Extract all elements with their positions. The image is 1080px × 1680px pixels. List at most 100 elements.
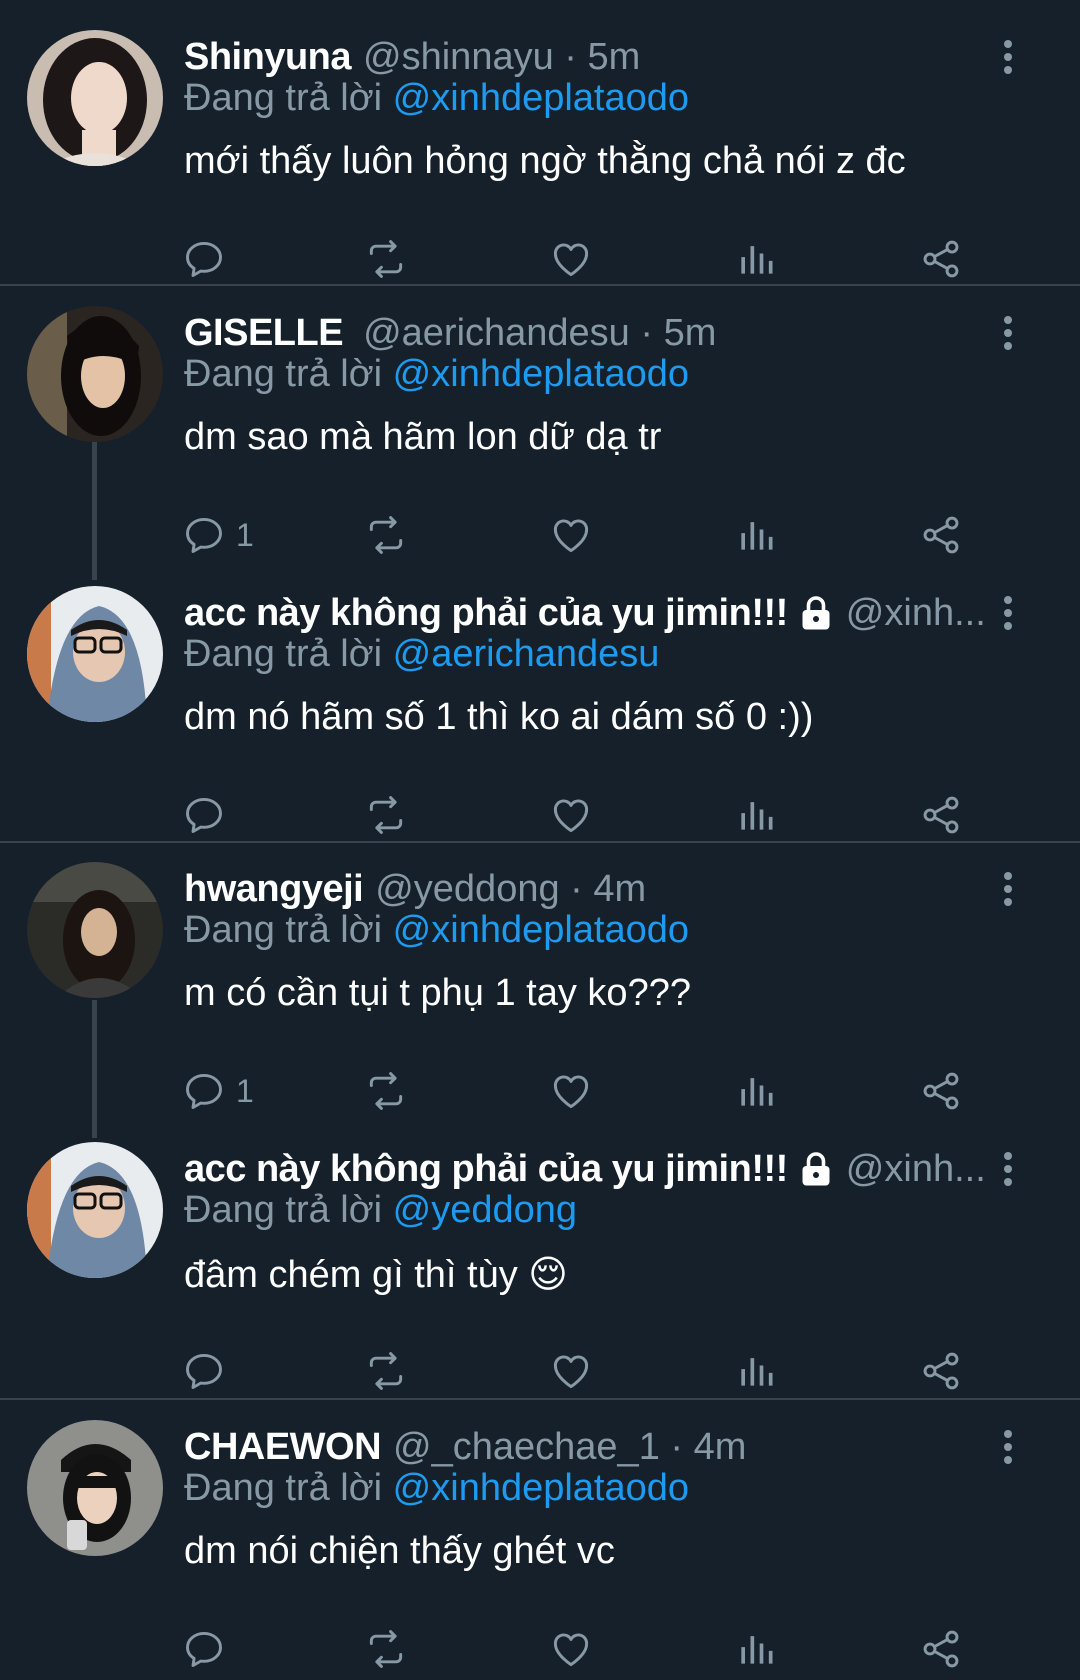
- avatar[interactable]: [27, 1420, 163, 1556]
- analytics-button[interactable]: [734, 1346, 778, 1396]
- display-name[interactable]: GISELLE: [184, 312, 344, 355]
- display-name[interactable]: Shinyuna: [184, 36, 352, 79]
- analytics-icon: [741, 1358, 773, 1386]
- tweet-text: dm nó hãm số 1 thì ko ai dám số 0 :)): [184, 696, 814, 738]
- tweet[interactable]: Shinyuna @shinnayu · 5m Đang trả lời @xi…: [0, 30, 1080, 284]
- replying-prefix: Đang trả lời: [184, 1189, 383, 1231]
- tweet-text: đâm chém gì thì tùy 😌: [184, 1254, 568, 1296]
- more-options-icon[interactable]: [998, 1142, 1018, 1202]
- avatar[interactable]: [27, 30, 163, 166]
- like-icon: [553, 1355, 589, 1389]
- replying-to: Đang trả lời @xinhdeplataodo: [184, 353, 689, 396]
- display-name[interactable]: acc này không phải của yu jimin!!!: [184, 592, 788, 635]
- like-icon: [553, 799, 589, 833]
- display-name[interactable]: acc này không phải của yu jimin!!!: [184, 1148, 788, 1191]
- analytics-button[interactable]: [734, 1066, 778, 1116]
- reply-count: 1: [236, 516, 254, 553]
- tweet[interactable]: acc này không phải của yu jimin!!! @xinh…: [0, 586, 1080, 841]
- share-button[interactable]: [919, 510, 963, 560]
- replying-to: Đang trả lời @xinhdeplataodo: [184, 909, 689, 952]
- reply-mention-link[interactable]: @yeddong: [393, 1189, 577, 1231]
- reply-mention-link[interactable]: @xinhdeplataodo: [393, 1467, 689, 1509]
- share-icon: [923, 1352, 959, 1390]
- tweet[interactable]: CHAEWON @_chaechae_1 · 4m Đang trả lời @…: [0, 1420, 1080, 1671]
- tweet[interactable]: hwangyeji @yeddong · 4m Đang trả lời @xi…: [0, 862, 1080, 1132]
- tweet-actions: 1: [182, 1066, 1062, 1122]
- like-button[interactable]: [549, 1066, 593, 1116]
- retweet-icon: [369, 516, 403, 554]
- like-button[interactable]: [549, 1346, 593, 1396]
- display-name[interactable]: hwangyeji: [184, 868, 364, 911]
- analytics-button[interactable]: [734, 790, 778, 840]
- retweet-button[interactable]: [364, 234, 408, 284]
- reply-button[interactable]: [182, 1624, 236, 1674]
- share-button[interactable]: [919, 234, 963, 284]
- handle-and-time[interactable]: @yeddong · 4m: [375, 868, 646, 911]
- reply-button[interactable]: 1: [182, 510, 254, 560]
- reply-mention-link[interactable]: @aerichandesu: [393, 633, 660, 675]
- like-icon: [553, 1075, 589, 1109]
- reply-button[interactable]: [182, 234, 236, 284]
- analytics-icon: [741, 1636, 773, 1664]
- analytics-button[interactable]: [734, 510, 778, 560]
- like-button[interactable]: [549, 510, 593, 560]
- tweet[interactable]: acc này không phải của yu jimin!!! @xinh…: [0, 1142, 1080, 1398]
- retweet-button[interactable]: [364, 1066, 408, 1116]
- avatar[interactable]: [27, 1142, 163, 1278]
- analytics-icon: [741, 1078, 773, 1106]
- share-button[interactable]: [919, 1066, 963, 1116]
- retweet-button[interactable]: [364, 790, 408, 840]
- reply-button[interactable]: [182, 1346, 236, 1396]
- reply-mention-link[interactable]: @xinhdeplataodo: [393, 353, 689, 395]
- like-button[interactable]: [549, 234, 593, 284]
- handle-and-time[interactable]: @xinh...: [846, 1148, 986, 1191]
- retweet-button[interactable]: [364, 510, 408, 560]
- more-options-icon[interactable]: [998, 30, 1018, 90]
- more-options-icon[interactable]: [998, 862, 1018, 922]
- retweet-button[interactable]: [364, 1346, 408, 1396]
- like-button[interactable]: [549, 1624, 593, 1674]
- reply-icon: [186, 1631, 222, 1667]
- tweet-actions: [182, 790, 1062, 846]
- reply-button[interactable]: 1: [182, 1066, 254, 1116]
- tweet-text: dm sao mà hãm lon dữ dạ tr: [184, 416, 662, 458]
- analytics-icon: [741, 802, 773, 830]
- analytics-button[interactable]: [734, 234, 778, 284]
- share-button[interactable]: [919, 1346, 963, 1396]
- retweet-icon: [369, 1072, 403, 1110]
- share-button[interactable]: [919, 790, 963, 840]
- handle-and-time[interactable]: @aerichandesu · 5m: [363, 312, 716, 355]
- replying-to: Đang trả lời @aerichandesu: [184, 633, 659, 676]
- tweet-actions: [182, 234, 1062, 290]
- analytics-button[interactable]: [734, 1624, 778, 1674]
- replying-prefix: Đang trả lời: [184, 77, 383, 119]
- replying-prefix: Đang trả lời: [184, 353, 383, 395]
- reply-button[interactable]: [182, 790, 236, 840]
- more-options-icon[interactable]: [998, 586, 1018, 646]
- handle-and-time[interactable]: @shinnayu · 5m: [363, 36, 640, 79]
- tweet-actions: [182, 1346, 1062, 1402]
- reply-mention-link[interactable]: @xinhdeplataodo: [393, 909, 689, 951]
- reply-mention-link[interactable]: @xinhdeplataodo: [393, 77, 689, 119]
- avatar[interactable]: [27, 306, 163, 442]
- retweet-button[interactable]: [364, 1624, 408, 1674]
- replying-to: Đang trả lời @xinhdeplataodo: [184, 77, 689, 120]
- like-icon: [553, 519, 589, 553]
- display-name[interactable]: CHAEWON: [184, 1426, 382, 1469]
- handle-and-time[interactable]: @xinh...: [846, 592, 986, 635]
- more-options-icon[interactable]: [998, 1420, 1018, 1480]
- replying-prefix: Đang trả lời: [184, 1467, 383, 1509]
- share-button[interactable]: [919, 1624, 963, 1674]
- tweet[interactable]: GISELLE @aerichandesu · 5m Đang trả lời …: [0, 306, 1080, 576]
- avatar[interactable]: [27, 586, 163, 722]
- more-options-icon[interactable]: [998, 306, 1018, 366]
- retweet-icon: [369, 240, 403, 278]
- retweet-icon: [369, 796, 403, 834]
- replying-prefix: Đang trả lời: [184, 633, 383, 675]
- avatar[interactable]: [27, 862, 163, 998]
- handle-and-time[interactable]: @_chaechae_1 · 4m: [393, 1426, 746, 1469]
- reply-icon: [186, 1353, 222, 1389]
- like-button[interactable]: [549, 790, 593, 840]
- analytics-icon: [741, 522, 773, 550]
- lock-icon: [802, 596, 830, 630]
